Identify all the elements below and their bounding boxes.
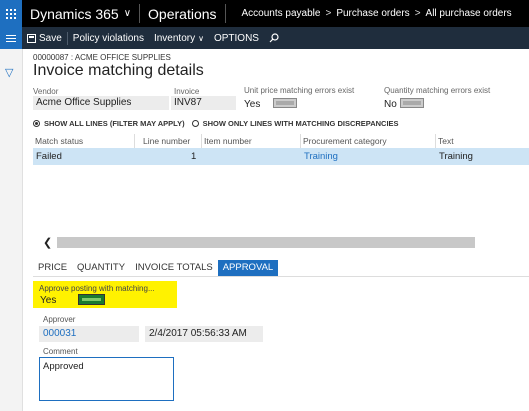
approve-posting-label: Approve posting with matching... bbox=[39, 284, 155, 293]
scrollbar-thumb[interactable] bbox=[57, 237, 475, 248]
search-button[interactable] bbox=[264, 27, 284, 49]
quantity-errors-toggle[interactable] bbox=[400, 98, 424, 108]
unit-price-errors-toggle[interactable] bbox=[273, 98, 297, 108]
policy-violations-label: Policy violations bbox=[72, 32, 144, 44]
vendor-field[interactable]: Acme Office Supplies bbox=[33, 96, 169, 110]
approver-label: Approver bbox=[43, 315, 76, 324]
column-divider bbox=[201, 134, 202, 148]
invoice-label: Invoice bbox=[174, 87, 200, 96]
save-icon bbox=[27, 33, 36, 43]
column-header-match-status[interactable]: Match status bbox=[35, 136, 83, 146]
column-header-text[interactable]: Text bbox=[438, 136, 454, 146]
unit-price-errors-label: Unit price matching errors exist bbox=[244, 86, 355, 95]
approve-posting-value: Yes bbox=[40, 295, 57, 306]
vendor-label: Vendor bbox=[33, 87, 59, 96]
unit-price-errors-value: Yes bbox=[244, 99, 261, 110]
line-filter-options: SHOW ALL LINES (FILTER MAY APPLY) SHOW O… bbox=[33, 119, 399, 128]
divider bbox=[139, 4, 141, 23]
cell-procurement-category[interactable]: Training bbox=[304, 151, 338, 162]
tab-quantity[interactable]: QUANTITY bbox=[72, 260, 130, 276]
inventory-label: Inventory bbox=[153, 32, 196, 44]
chevron-right-icon: > bbox=[414, 8, 421, 19]
invoice-field[interactable]: INV87 bbox=[171, 96, 236, 110]
scroll-left-icon[interactable]: ❮ bbox=[43, 236, 52, 249]
grid-header: Match status Line number Item number Pro… bbox=[33, 134, 529, 149]
left-rail: ▽ bbox=[0, 49, 23, 411]
column-divider bbox=[300, 134, 301, 148]
nav-menu-button[interactable] bbox=[0, 27, 22, 49]
quantity-errors-label: Quantity matching errors exist bbox=[384, 86, 491, 95]
top-nav-bar: Dynamics 365 ∨ Operations Accounts payab… bbox=[0, 0, 529, 27]
policy-violations-button[interactable]: Policy violations bbox=[68, 27, 149, 49]
save-button[interactable]: Save bbox=[22, 27, 67, 49]
show-all-lines-label[interactable]: SHOW ALL LINES (FILTER MAY APPLY) bbox=[44, 119, 185, 128]
approval-date-field: 2/4/2017 05:56:33 AM bbox=[145, 326, 263, 342]
breadcrumb: Accounts payable > Purchase orders > All… bbox=[242, 8, 512, 19]
column-header-line-number[interactable]: Line number bbox=[143, 136, 190, 146]
module-name[interactable]: Operations bbox=[148, 6, 216, 22]
options-tab[interactable]: OPTIONS bbox=[209, 27, 264, 49]
cell-text: Training bbox=[439, 151, 473, 162]
action-pane: Save Policy violations Inventory ∨ OPTIO… bbox=[0, 27, 529, 49]
tab-price[interactable]: PRICE bbox=[33, 260, 72, 276]
show-discrepancies-radio[interactable] bbox=[191, 120, 199, 127]
detail-tabs: PRICE QUANTITY INVOICE TOTALS APPROVAL bbox=[33, 260, 529, 277]
tab-invoice-totals[interactable]: INVOICE TOTALS bbox=[130, 260, 218, 276]
chevron-right-icon: > bbox=[325, 8, 332, 19]
breadcrumb-item-purchase-orders[interactable]: Purchase orders bbox=[336, 8, 409, 19]
search-icon bbox=[269, 33, 279, 43]
column-header-item-number[interactable]: Item number bbox=[204, 136, 252, 146]
column-header-procurement-category[interactable]: Procurement category bbox=[303, 136, 387, 146]
filter-icon[interactable]: ▽ bbox=[5, 66, 13, 79]
cell-line-number: 1 bbox=[191, 151, 197, 162]
comment-label: Comment bbox=[43, 347, 78, 356]
show-discrepancies-label[interactable]: SHOW ONLY LINES WITH MATCHING DISCREPANC… bbox=[203, 119, 399, 128]
table-row[interactable]: Failed 1 Training Training bbox=[33, 148, 529, 165]
approve-posting-toggle[interactable] bbox=[78, 294, 105, 305]
save-label: Save bbox=[39, 32, 62, 44]
app-name: Dynamics 365 bbox=[30, 5, 119, 22]
breadcrumb-item-all-purchase-orders[interactable]: All purchase orders bbox=[426, 8, 512, 19]
show-all-lines-radio[interactable] bbox=[33, 120, 40, 127]
horizontal-scrollbar[interactable]: ❮ bbox=[43, 236, 529, 249]
breadcrumb-item-accounts-payable[interactable]: Accounts payable bbox=[242, 8, 321, 19]
waffle-icon bbox=[6, 8, 16, 19]
page-title: Invoice matching details bbox=[33, 62, 204, 79]
page-subtitle: 00000087 : ACME OFFICE SUPPLIES bbox=[33, 53, 171, 62]
app-launcher-button[interactable] bbox=[0, 0, 22, 27]
inventory-menu-button[interactable]: Inventory ∨ bbox=[149, 27, 209, 49]
options-label: OPTIONS bbox=[213, 32, 259, 44]
tab-approval[interactable]: APPROVAL bbox=[217, 260, 279, 276]
column-divider bbox=[134, 134, 135, 148]
quantity-errors-value: No bbox=[384, 99, 397, 110]
divider bbox=[224, 4, 226, 23]
app-switcher[interactable]: Dynamics 365 ∨ bbox=[30, 6, 131, 22]
comment-textarea[interactable]: Approved bbox=[39, 357, 174, 401]
approve-posting-highlight: Approve posting with matching... Yes bbox=[33, 281, 177, 308]
chevron-down-icon: ∨ bbox=[198, 33, 204, 43]
chevron-down-icon: ∨ bbox=[123, 8, 132, 19]
approver-field[interactable]: 000031 bbox=[39, 326, 139, 342]
column-divider bbox=[435, 134, 436, 148]
cell-match-status: Failed bbox=[36, 151, 62, 162]
